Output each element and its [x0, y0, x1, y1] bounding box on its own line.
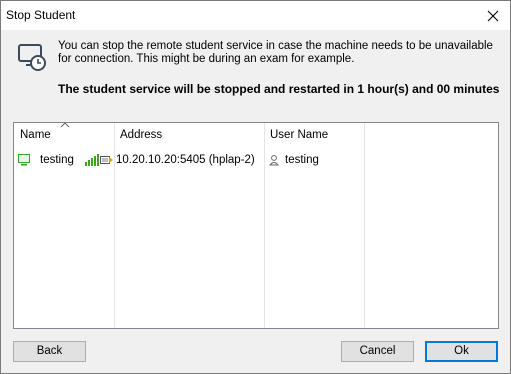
computer-icon: [18, 154, 30, 166]
column-header-name[interactable]: Name: [14, 123, 114, 148]
description-text: You can stop the remote student service …: [58, 40, 493, 65]
close-button[interactable]: [476, 1, 510, 30]
column-header-user[interactable]: User Name: [264, 123, 364, 148]
student-address: 10.20.10.20:5405 (hplap-2): [116, 154, 255, 166]
title-bar: Stop Student: [1, 1, 510, 30]
close-icon: [487, 10, 499, 21]
list-header: Name Address User Name: [14, 122, 498, 148]
schedule-text: The student service will be stopped and …: [58, 82, 500, 96]
student-name: testing: [40, 154, 74, 166]
list-item[interactable]: testing 10.20.10.20:5405 (hplap-2) testi…: [14, 150, 498, 172]
student-list[interactable]: Name Address User Name testing 10.20.10.…: [13, 122, 499, 329]
keyboard-locked-icon: [100, 156, 113, 164]
cancel-button[interactable]: Cancel: [341, 341, 414, 362]
stop-student-dialog: Stop Student You can stop the remote stu…: [0, 0, 511, 374]
column-header-address[interactable]: Address: [114, 123, 264, 148]
user-icon: [269, 155, 279, 166]
window-title: Stop Student: [6, 8, 76, 22]
ok-button[interactable]: Ok: [425, 341, 498, 362]
back-button[interactable]: Back: [13, 341, 86, 362]
student-user-name: testing: [285, 154, 319, 166]
signal-strength-icon: [85, 154, 99, 166]
monitor-clock-icon: [18, 44, 46, 71]
